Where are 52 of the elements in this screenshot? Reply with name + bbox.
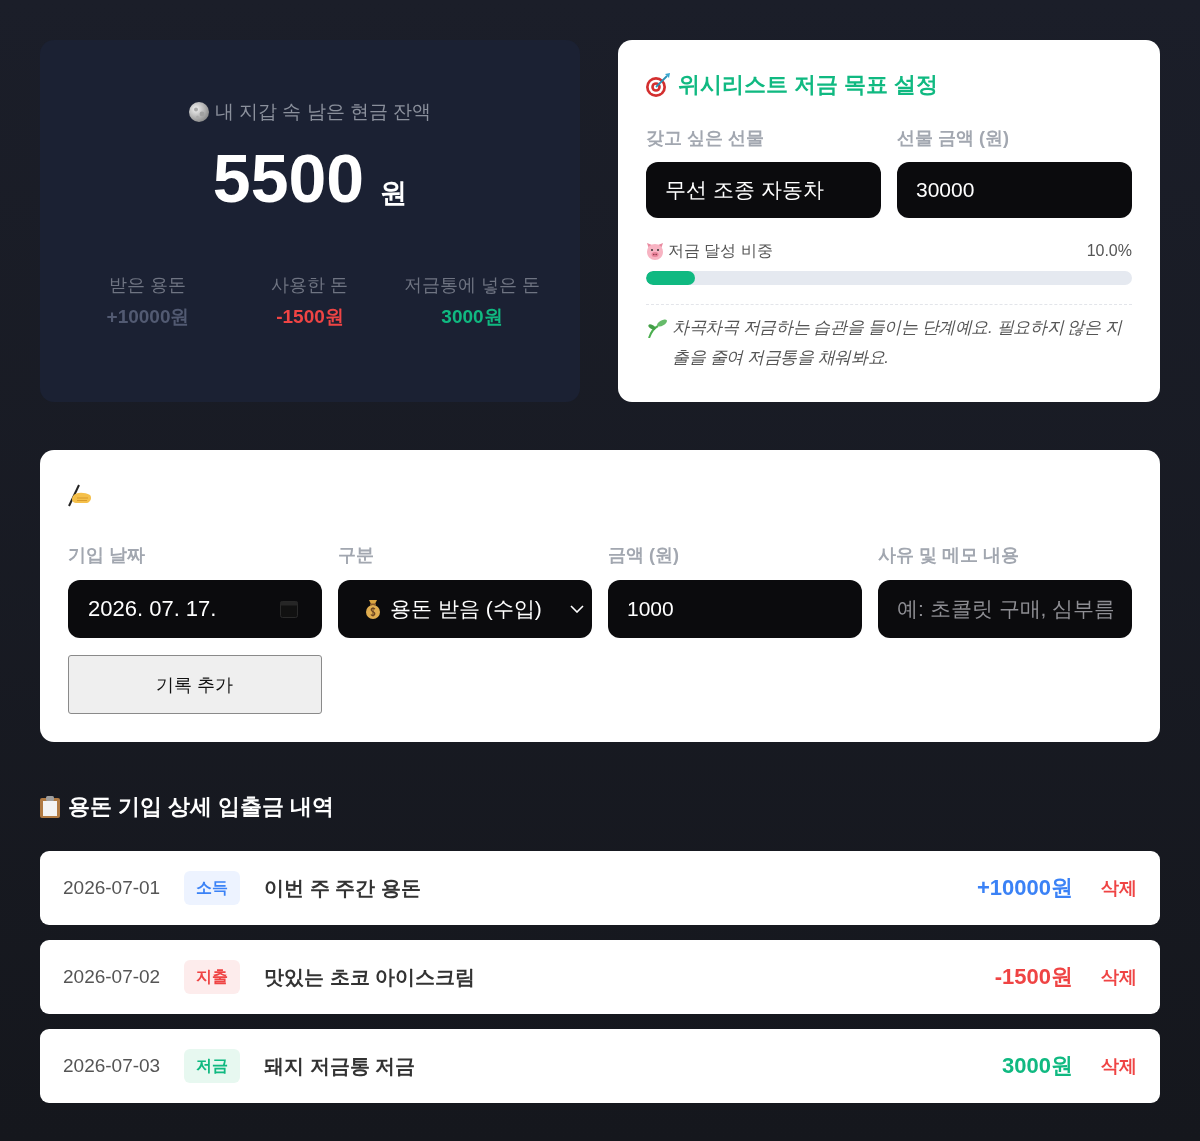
card-title: 위시리스트 저금 목표 설정 (678, 71, 939, 99)
field-label: 선물 금액 (원) (897, 127, 1010, 150)
date-field[interactable]: 2026. 07. 17. (68, 580, 322, 638)
row-description: 이번 주 주간 용돈 (264, 875, 422, 901)
stat-value: +10000원 (106, 305, 190, 329)
input-field[interactable]: 30000 (897, 162, 1132, 218)
sprout-icon (646, 318, 668, 338)
row-amount: +10000원 (976, 874, 1073, 902)
stat-label: 사용한 돈 (271, 274, 349, 297)
delete-button[interactable]: 삭제 (1101, 965, 1137, 989)
stat-label: 저금통에 넣은 돈 (404, 274, 540, 297)
clipboard-icon (40, 796, 60, 818)
progress-percent: 10.0% (1086, 241, 1132, 261)
currency-unit: 원 (380, 177, 408, 210)
row-description: 맛있는 초코 아이스크림 (264, 964, 477, 990)
section-title: 용돈 기입 상세 입출금 내역 (68, 793, 335, 821)
writing-hand-icon (68, 483, 92, 507)
row-amount: 3000원 (1002, 1052, 1073, 1080)
tip-message: 차곡차곡 저금하는 습관을 들이는 단계예요. 필요하지 않은 지출을 줄여 저금통을 채워봐요. (672, 317, 1124, 369)
category-tag: 저금 (184, 1049, 241, 1083)
row-date: 2026-07-01 (63, 877, 161, 899)
memo-input[interactable]: 예: 초콜릿 구매, 심부름 (878, 580, 1132, 638)
stat-value: -1500원 (276, 305, 344, 329)
delete-button[interactable]: 삭제 (1101, 1054, 1137, 1078)
select-value: 용돈 받음 (수입) (390, 596, 543, 622)
row-description: 돼지 저금통 저금 (264, 1053, 417, 1079)
pig-face-icon (646, 242, 664, 260)
field-label: 구분 (338, 544, 375, 567)
stat-value: 3000원 (441, 305, 503, 329)
field-label: 금액 (원) (608, 544, 680, 567)
progress-label: 저금 달성 비중 (668, 241, 773, 261)
target-icon (646, 73, 670, 97)
input-field[interactable]: 무선 조종 자동차 (646, 162, 881, 218)
add-record-button[interactable]: 기록 추가 (68, 655, 322, 714)
field-label: 기입 날짜 (68, 544, 146, 567)
row-date: 2026-07-02 (63, 966, 161, 988)
category-select[interactable]: 용돈 받음 (수입) (338, 580, 592, 638)
category-tag: 소득 (184, 871, 241, 905)
row-date: 2026-07-03 (63, 1055, 161, 1077)
chevron-down-icon (570, 605, 584, 613)
calendar-icon (280, 600, 298, 618)
category-tag: 지출 (184, 960, 241, 994)
field-label: 사유 및 메모 내용 (878, 544, 1020, 567)
amount-input[interactable]: 1000 (608, 580, 862, 638)
row-amount: -1500원 (994, 963, 1073, 991)
field-label: 갖고 싶은 선물 (646, 127, 765, 150)
balance-amount: 5500 (212, 139, 365, 218)
moon-icon (188, 102, 209, 122)
money-bag-icon (364, 599, 382, 619)
stat-label: 받은 용돈 (109, 274, 187, 297)
delete-button[interactable]: 삭제 (1101, 876, 1137, 900)
balance-title: 내 지갑 속 남은 현금 잔액 (214, 100, 432, 124)
